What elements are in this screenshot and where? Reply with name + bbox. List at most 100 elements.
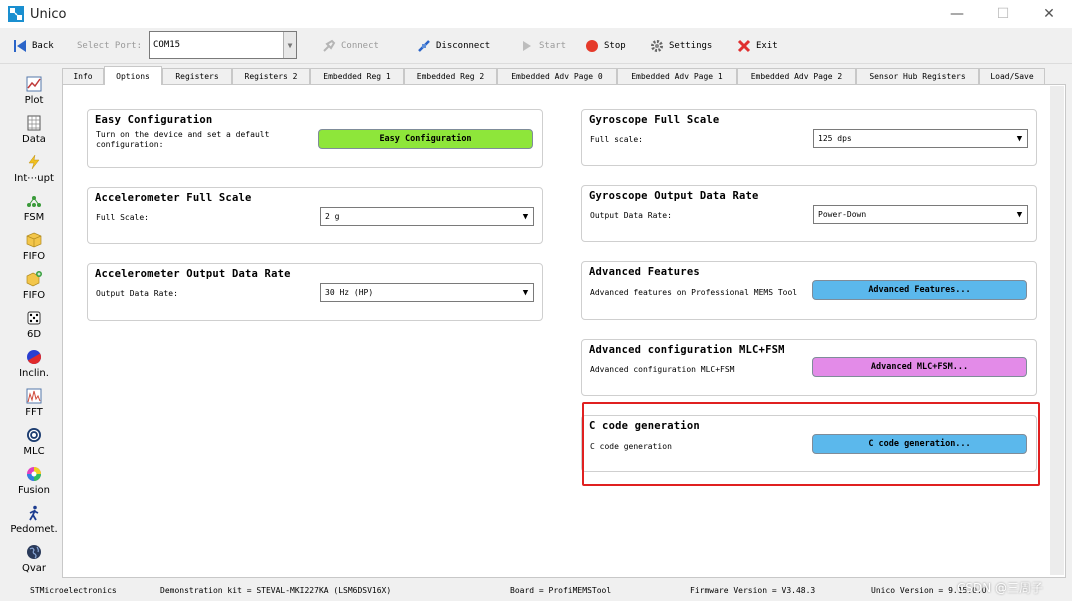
c-code-generation-button[interactable]: C code generation... [812,434,1027,454]
output-data-rate-label: Output Data Rate: [590,211,672,220]
vertical-scrollbar[interactable] [1050,86,1064,575]
selected-value: 125 dps [818,134,852,143]
sidebar-item-label: FFT [25,407,43,418]
selected-value: Power-Down [818,210,867,219]
minimize-button[interactable]: — [934,0,980,28]
easy-configuration-button[interactable]: Easy Configuration [318,129,533,149]
selected-value: 2 g [325,212,340,221]
gyroscope-full-scale-select[interactable]: 125 dps ▼ [813,129,1028,148]
output-data-rate-label: Output Data Rate: [96,289,178,298]
sidebar-item-label: Pedomet. [10,524,58,535]
status-firmware: Firmware Version = V3.48.3 [690,586,816,595]
back-button[interactable]: Back [13,37,54,55]
accelerometer-odr-select[interactable]: 30 Hz (HP) ▼ [320,283,534,302]
chevron-down-icon: ▼ [283,32,296,58]
tab-sensor-hub-registers[interactable]: Sensor Hub Registers [856,68,979,84]
tab-embedded-reg-2[interactable]: Embedded Reg 2 [404,68,497,84]
back-label: Back [32,41,54,51]
tab-embedded-adv-page-0[interactable]: Embedded Adv Page 0 [497,68,617,84]
advanced-features-button[interactable]: Advanced Features... [812,280,1027,300]
panel-title: Accelerometer Full Scale [95,192,252,204]
exit-button[interactable]: Exit [737,37,778,55]
sidebar-item-label: 6D [26,329,42,340]
select-port-label: Select Port: [77,41,143,51]
easy-configuration-panel: Easy Configuration Turn on the device an… [87,109,543,168]
walking-person-icon [29,505,39,521]
sidebar-item-fifo[interactable]: FIFO [0,232,68,270]
unico-logo-icon [8,6,24,22]
close-window-button[interactable]: ✕ [1026,0,1072,28]
full-scale-label: Full Scale: [96,213,149,222]
mlc-ring-icon [27,428,41,442]
panel-description: Advanced features on Professional MEMS T… [590,288,798,297]
box-plus-icon [26,271,42,287]
panel-title: Easy Configuration [95,114,213,126]
sidebar-item-fusion[interactable]: Fusion [0,466,68,504]
sidebar-item-label: FIFO [22,290,46,301]
sidebar-item-interrupt[interactable]: Int⋯upt [0,154,68,192]
sidebar-item-qvar[interactable]: Qvar [0,544,68,582]
inclinometer-icon [27,350,41,364]
tab-load-save[interactable]: Load/Save [979,68,1045,84]
stop-button[interactable]: Stop [585,37,626,55]
window-title: Unico [30,6,67,22]
sidebar-item-mlc[interactable]: MLC [0,427,68,465]
box-icon [26,232,42,248]
sidebar-item-label: FSM [23,212,45,223]
tab-registers[interactable]: Registers [162,68,232,84]
accelerometer-full-scale-select[interactable]: 2 g ▼ [320,207,534,226]
sidebar-item-data[interactable]: Data [0,115,68,153]
sidebar-item-plot[interactable]: Plot [0,76,68,114]
sidebar-item-inclination[interactable]: Inclin. [0,349,68,387]
sidebar-item-fifo-2[interactable]: FIFO [0,271,68,309]
disconnect-label: Disconnect [436,41,491,51]
color-wheel-icon [27,467,41,481]
status-company: STMicroelectronics [30,586,117,595]
tab-embedded-reg-1[interactable]: Embedded Reg 1 [310,68,404,84]
sidebar-item-label: Qvar [21,563,47,574]
panel-title: Advanced Features [589,266,700,278]
panel-title: Advanced configuration MLC+FSM [589,344,785,356]
sidebar-item-pedometer[interactable]: Pedomet. [0,505,68,543]
unico-window: Unico — ☐ ✕ Back Select Port: COM15 ▼ Co… [0,0,1072,601]
toolbar: Back Select Port: COM15 ▼ Connect Discon… [0,28,1072,64]
port-select[interactable]: COM15 ▼ [149,31,297,59]
selected-value: 30 Hz (HP) [325,288,374,297]
sidebar-item-label: Fusion [18,485,50,496]
maximize-button[interactable]: ☐ [980,0,1026,28]
start-label: Start [539,41,567,51]
accelerometer-full-scale-panel: Accelerometer Full Scale Full Scale: 2 g… [87,187,543,244]
minimize-icon: — [950,6,964,22]
tab-info[interactable]: Info [62,68,104,84]
tab-embedded-adv-page-2[interactable]: Embedded Adv Page 2 [737,68,856,84]
port-value: COM15 [153,40,181,50]
sidebar-item-fft[interactable]: FFT [0,388,68,426]
chevron-down-icon: ▼ [1016,209,1023,220]
maximize-icon: ☐ [996,6,1010,22]
gyroscope-full-scale-panel: Gyroscope Full Scale Full scale: 125 dps… [581,109,1037,166]
advanced-mlc-fsm-button[interactable]: Advanced MLC+FSM... [812,357,1027,377]
status-board: Board = ProfiMEMSTool [510,586,612,595]
tab-options[interactable]: Options [104,66,162,85]
exit-label: Exit [756,41,778,51]
back-icon [14,40,26,52]
exit-x-icon [737,39,751,53]
disconnect-button[interactable]: Disconnect [417,37,490,55]
gyroscope-odr-select[interactable]: Power-Down ▼ [813,205,1028,224]
connect-button[interactable]: Connect [322,37,379,55]
sidebar: Plot Data Int⋯upt FSM FIFO FIFO 6D Incli… [0,66,62,579]
tab-embedded-adv-page-1[interactable]: Embedded Adv Page 1 [617,68,737,84]
sidebar-item-fsm[interactable]: FSM [0,193,68,231]
sidebar-item-6d[interactable]: 6D [0,310,68,348]
gear-icon [651,40,663,52]
tab-registers-2[interactable]: Registers 2 [232,68,310,84]
chevron-down-icon: ▼ [522,211,529,222]
unplug-icon [418,40,430,52]
settings-button[interactable]: Settings [650,37,712,55]
panel-description-line2: configuration: [96,140,164,149]
start-button[interactable]: Start [520,37,566,55]
chart-icon [26,76,42,92]
panel-description: C code generation [590,442,672,451]
spreadsheet-icon [27,115,41,131]
globe-icon [27,545,41,559]
